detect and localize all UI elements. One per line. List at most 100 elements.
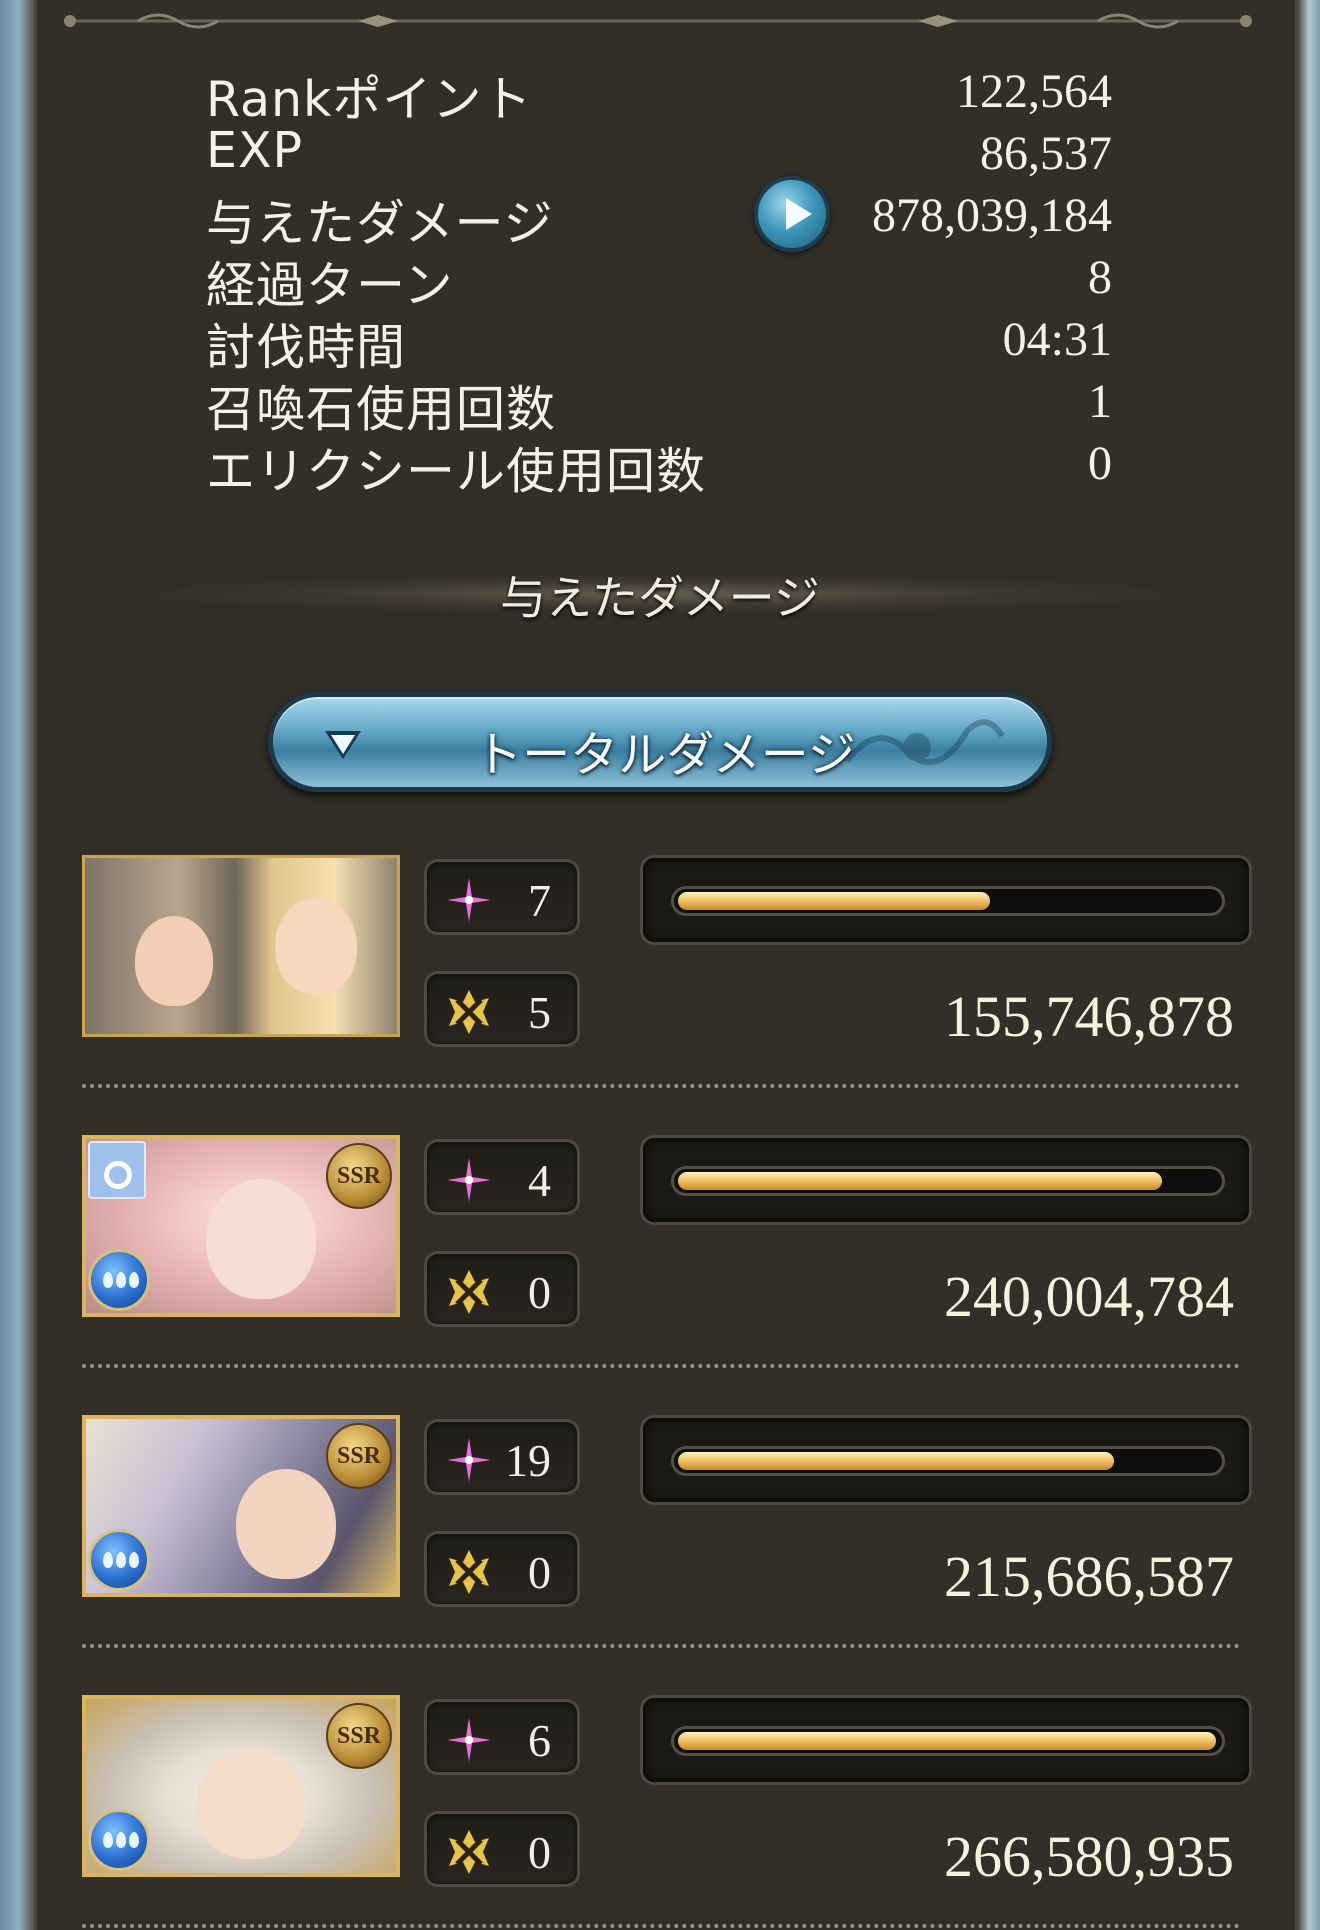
stat-label: エリクシール使用回数: [206, 443, 707, 500]
skill-count-value: 0: [528, 1267, 551, 1318]
charge-attack-count: 6: [424, 1699, 580, 1775]
stat-label: EXP: [206, 122, 304, 179]
ssr-rarity-badge: SSR: [326, 1703, 392, 1769]
party-member-row: SSR 6 0 266,580,935: [82, 1695, 1252, 1895]
portrait-face: [206, 1179, 316, 1299]
damage-bar-track: [671, 886, 1225, 916]
battle-stats: Rankポイント 122,564 EXP 86,537 与えたダメージ 878,…: [206, 58, 1112, 500]
section-header: 与えたダメージ: [140, 560, 1180, 625]
portrait-face: [135, 916, 213, 1006]
damage-share-bar: [640, 1695, 1252, 1785]
party-member-row: 7 5 155,746,878: [82, 855, 1252, 1055]
charge-attack-count: 19: [424, 1419, 580, 1495]
damage-total-value: 266,580,935: [944, 1824, 1234, 1889]
drop-shape: [129, 1272, 139, 1288]
portrait-face: [196, 1749, 306, 1859]
ring-icon: [88, 1141, 146, 1199]
skill-count: 0: [424, 1531, 580, 1607]
character-portrait[interactable]: [82, 855, 400, 1037]
damage-bar-fill: [678, 892, 990, 910]
row-divider: [82, 1364, 1240, 1368]
damage-total-value: 215,686,587: [944, 1544, 1234, 1609]
charge-attack-star-icon: [447, 878, 491, 922]
damage-total-value: 155,746,878: [944, 984, 1234, 1049]
character-portrait[interactable]: SSR: [82, 1415, 400, 1597]
drop-shape: [103, 1832, 113, 1848]
water-element-icon: [88, 1809, 150, 1871]
stat-turns: 経過ターン 8: [206, 244, 1112, 314]
stat-value: 878,039,184: [872, 189, 1112, 242]
drop-shape: [129, 1552, 139, 1568]
stat-value: 0: [1088, 437, 1112, 490]
stat-exp: EXP 86,537: [206, 120, 1112, 182]
ssr-rarity-badge: SSR: [326, 1423, 392, 1489]
charge-attack-count-value: 19: [505, 1435, 551, 1486]
row-divider: [82, 1644, 1240, 1648]
stat-value: 86,537: [980, 127, 1112, 180]
skill-count-value: 0: [528, 1827, 551, 1878]
damage-bar-fill: [678, 1732, 1216, 1750]
damage-share-bar: [640, 1135, 1252, 1225]
charge-attack-count-value: 4: [528, 1155, 551, 1206]
damage-bar-track: [671, 1166, 1225, 1196]
skill-swords-icon: [449, 1270, 489, 1314]
stat-damage-dealt: 与えたダメージ 878,039,184: [206, 182, 1112, 252]
top-ornament-border: [64, 13, 1252, 29]
portrait-face: [236, 1469, 336, 1579]
water-element-icon: [88, 1529, 150, 1591]
stat-rank-points: Rankポイント 122,564: [206, 58, 1112, 128]
character-portrait[interactable]: SSR: [82, 1135, 400, 1317]
stat-elixir-uses: エリクシール使用回数 0: [206, 430, 1112, 500]
damage-bar-fill: [678, 1172, 1162, 1190]
portrait-face: [275, 898, 357, 994]
dropdown-selected-label: トータルダメージ: [474, 727, 856, 783]
skill-count: 5: [424, 971, 580, 1047]
stat-summon-uses: 召喚石使用回数 1: [206, 368, 1112, 438]
damage-bar-fill: [678, 1452, 1114, 1470]
charge-attack-star-icon: [447, 1718, 491, 1762]
skill-swords-icon: [449, 990, 489, 1034]
drop-shape: [103, 1552, 113, 1568]
damage-bar-track: [671, 1446, 1225, 1476]
stat-value: 1: [1088, 375, 1112, 428]
damage-replay-play-button[interactable]: [754, 176, 830, 252]
skill-count: 0: [424, 1811, 580, 1887]
skill-swords-icon: [449, 1830, 489, 1874]
skill-swords-icon: [449, 1550, 489, 1594]
damage-type-dropdown[interactable]: トータルダメージ: [268, 692, 1052, 792]
charge-attack-count: 4: [424, 1139, 580, 1215]
drop-shape: [103, 1272, 113, 1288]
charge-attack-star-icon: [447, 1438, 491, 1482]
water-element-icon: [88, 1249, 150, 1311]
charge-attack-count-value: 6: [528, 1715, 551, 1766]
stat-battle-time: 討伐時間 04:31: [206, 306, 1112, 376]
drop-shape: [129, 1832, 139, 1848]
stat-value: 122,564: [956, 65, 1112, 118]
party-member-row: SSR 4 0 240,004,784: [82, 1135, 1252, 1335]
damage-total-value: 240,004,784: [944, 1264, 1234, 1329]
section-title: 与えたダメージ: [500, 571, 820, 625]
play-icon: [786, 198, 812, 230]
skill-count: 0: [424, 1251, 580, 1327]
charge-attack-star-icon: [447, 1158, 491, 1202]
damage-bar-track: [671, 1726, 1225, 1756]
skill-count-value: 0: [528, 1547, 551, 1598]
drop-shape: [116, 1832, 126, 1848]
damage-share-bar: [640, 855, 1252, 945]
ring-shape: [104, 1161, 132, 1189]
drop-shape: [116, 1552, 126, 1568]
stat-value: 8: [1088, 251, 1112, 304]
party-member-row: SSR 19 0 215,686,587: [82, 1415, 1252, 1615]
skill-count-value: 5: [528, 987, 551, 1038]
charge-attack-count-value: 7: [528, 875, 551, 926]
left-frame-edge: [0, 0, 34, 1930]
row-divider: [82, 1084, 1240, 1088]
charge-attack-count: 7: [424, 859, 580, 935]
row-divider: [82, 1924, 1240, 1928]
character-portrait[interactable]: SSR: [82, 1695, 400, 1877]
ssr-rarity-badge: SSR: [326, 1143, 392, 1209]
stat-value: 04:31: [1002, 313, 1112, 366]
damage-share-bar: [640, 1415, 1252, 1505]
right-frame-edge: [1298, 0, 1320, 1930]
drop-shape: [116, 1272, 126, 1288]
